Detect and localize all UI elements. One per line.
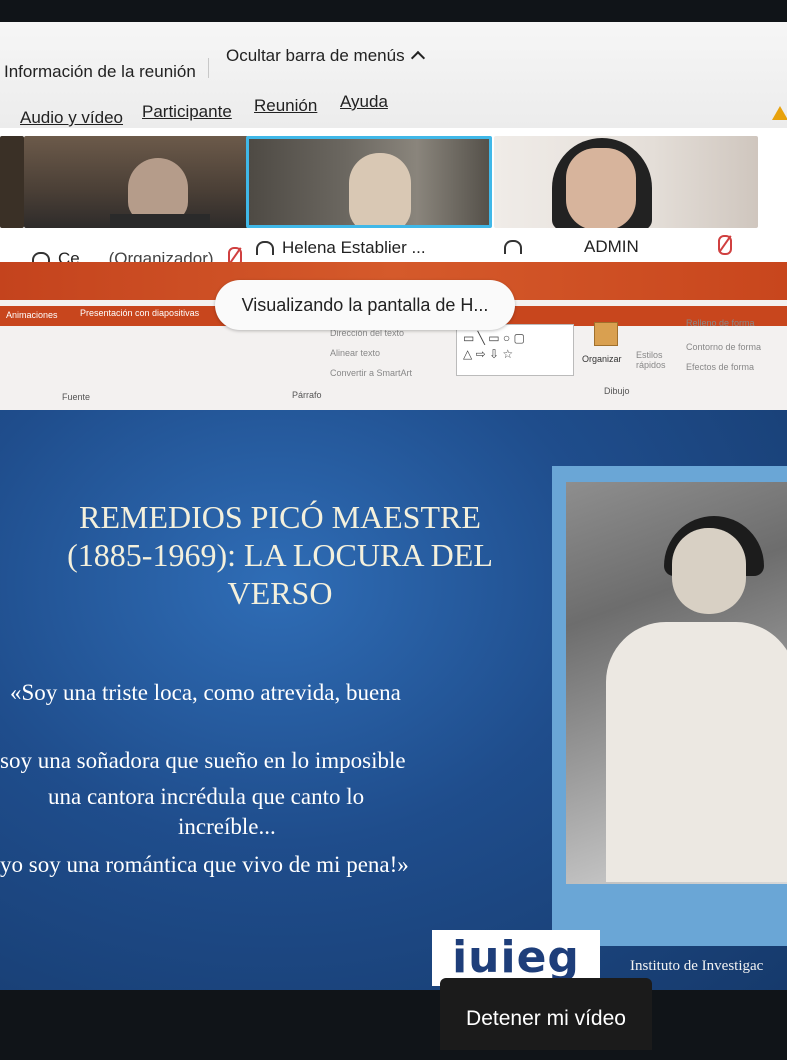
stop-video-tooltip[interactable]: Detener mi vídeo (440, 978, 652, 1050)
headset-icon (504, 240, 522, 254)
shape-effects-button[interactable]: Efectos de forma (686, 362, 754, 372)
group-drawing: Dibujo (604, 386, 630, 396)
quote-line: yo soy una romántica que vivo de mi pena… (0, 852, 409, 877)
warning-icon[interactable] (772, 106, 787, 120)
headset-icon (256, 241, 274, 255)
chevron-up-icon (410, 50, 425, 66)
participant-face (566, 148, 636, 228)
menu-meeting[interactable]: Reunión (254, 96, 317, 116)
institute-name: Instituto de Investigac (630, 958, 764, 974)
arrange-icon (594, 322, 618, 346)
menu-meeting-label: Reunión (254, 96, 318, 115)
menu-audio-video-label: Audio y vídeo (20, 108, 124, 127)
participant-label-helena: Helena Establier ... (256, 238, 426, 258)
participant-name: ADMIN (584, 237, 639, 256)
video-tile-active-speaker[interactable] (246, 136, 492, 228)
quote-line: «Soy una triste loca, como atrevida, bue… (10, 680, 401, 705)
quote-line: increíble... (178, 814, 276, 839)
slide-title: REMEDIOS PICÓ MAESTRE (1885-1969): LA LO… (67, 499, 493, 611)
mic-muted-icon (717, 235, 732, 255)
menu-participant-label: Participante (142, 102, 232, 121)
shapes-row-icon: ▭ ╲ ▭ ○ ▢ (463, 331, 525, 345)
group-font: Fuente (62, 392, 91, 402)
arrange-button[interactable]: Organizar (582, 354, 622, 364)
portrait-photo (566, 482, 787, 884)
participant-label-admin: ADMIN (504, 232, 732, 257)
hide-menu-label: Ocultar barra de menús (226, 46, 405, 65)
quote-line: soy una soñadora que sueño en lo imposib… (0, 748, 406, 773)
video-tile-organizer[interactable] (24, 136, 248, 228)
portrait-face (672, 528, 746, 614)
video-tile-admin[interactable] (494, 136, 758, 228)
quick-styles-button[interactable]: Estilos rápidos (636, 350, 676, 370)
logo-text: iuieg (452, 932, 580, 983)
hide-menu-bar-button[interactable]: Ocultar barra de menús (226, 46, 425, 66)
video-tile-partial (0, 136, 24, 228)
participant-name: Helena Establier ... (282, 238, 426, 257)
menu-audio-video[interactable]: Audio y vídeo (20, 108, 123, 128)
shapes-row-icon: △ ⇨ ⇩ ☆ (463, 347, 514, 361)
tab-animations[interactable]: Animaciones (6, 310, 58, 320)
participant-body (110, 214, 210, 228)
screen-sharing-banner[interactable]: Visualizando la pantalla de H... (215, 280, 515, 330)
group-paragraph: Párrafo (292, 390, 322, 400)
participant-face (128, 158, 188, 222)
smartart-button[interactable]: Convertir a SmartArt (330, 368, 412, 378)
menu-help-label: Ayuda (340, 92, 388, 111)
quote-line: una cantora incrédula que canto lo (48, 784, 365, 809)
portrait-dress (606, 622, 787, 882)
meeting-menu-bar: Información de la reunión Ocultar barra … (0, 22, 787, 130)
menu-help[interactable]: Ayuda (340, 92, 388, 112)
menu-participant[interactable]: Participante (142, 102, 232, 122)
tab-slideshow[interactable]: Presentación con diapositivas (80, 308, 199, 318)
align-text-button[interactable]: Alinear texto (330, 348, 380, 358)
presentation-slide: REMEDIOS PICÓ MAESTRE (1885-1969): LA LO… (0, 410, 787, 990)
meeting-info-menu[interactable]: Información de la reunión (4, 62, 196, 82)
shape-fill-button[interactable]: Relleno de forma (686, 318, 755, 328)
participants-strip: Ce... (Organizador) Helena Establier ...… (0, 128, 787, 268)
divider (208, 58, 209, 78)
shape-outline-button[interactable]: Contorno de forma (686, 342, 761, 352)
shapes-gallery[interactable]: ▭ ╲ ▭ ○ ▢ △ ⇨ ⇩ ☆ (456, 324, 574, 376)
participant-face (349, 153, 411, 225)
